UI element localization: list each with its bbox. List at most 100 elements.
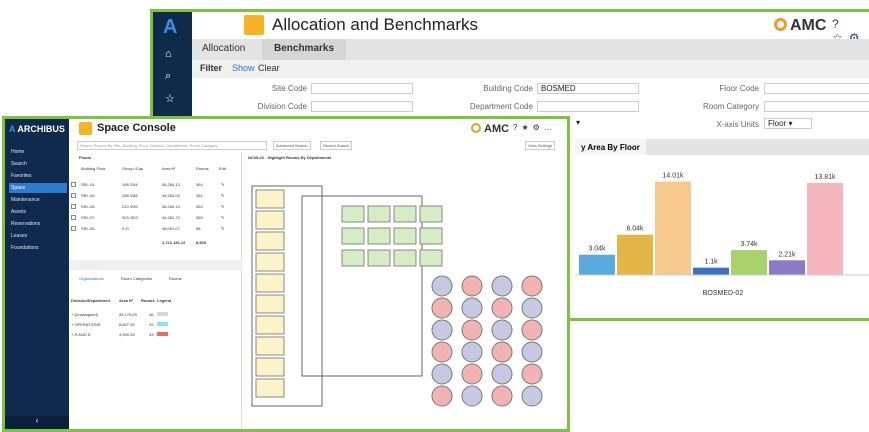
workstation-cluster[interactable] bbox=[461, 275, 483, 297]
workstation-cluster[interactable] bbox=[491, 385, 513, 407]
workstation-cluster[interactable] bbox=[491, 341, 513, 363]
legend-swatch[interactable] bbox=[157, 322, 168, 326]
workstation-cluster[interactable] bbox=[461, 319, 483, 341]
room-operations[interactable] bbox=[419, 249, 443, 267]
nav-item-favorites[interactable]: Favorites bbox=[9, 171, 67, 181]
room-operations[interactable] bbox=[341, 249, 365, 267]
room-operations[interactable] bbox=[341, 205, 365, 223]
nav-item-maintenance[interactable]: Maintenance bbox=[9, 195, 67, 205]
table-cell: SRL-07 bbox=[81, 215, 95, 220]
floors-tab[interactable]: Floors bbox=[79, 155, 91, 160]
app-grid-icon[interactable] bbox=[79, 122, 92, 135]
show-button[interactable]: Show bbox=[232, 63, 255, 73]
legend-swatch[interactable] bbox=[157, 332, 168, 336]
workstation-cluster[interactable] bbox=[431, 341, 453, 363]
workstation-cluster[interactable] bbox=[491, 275, 513, 297]
workstation-cluster[interactable] bbox=[431, 297, 453, 319]
building-code-field[interactable]: BOSMED bbox=[537, 83, 639, 94]
row-checkbox[interactable] bbox=[71, 182, 76, 187]
room-unassigned[interactable] bbox=[255, 294, 285, 314]
tab-rooms[interactable]: Rooms bbox=[169, 276, 182, 281]
recent-search-button[interactable]: Recent Search bbox=[320, 141, 353, 150]
workstation-cluster[interactable] bbox=[521, 385, 543, 407]
row-checkbox[interactable] bbox=[71, 193, 76, 198]
row-checkbox[interactable] bbox=[71, 215, 76, 220]
room-operations[interactable] bbox=[393, 227, 417, 245]
advanced-search-button[interactable]: Advanced Search bbox=[273, 141, 311, 150]
edit-icon[interactable]: ✎ bbox=[221, 226, 224, 231]
table-cell: 46,264.00 bbox=[162, 193, 180, 198]
workstation-cluster[interactable] bbox=[461, 341, 483, 363]
workstation-cluster[interactable] bbox=[461, 363, 483, 385]
room-unassigned[interactable] bbox=[255, 357, 285, 377]
room-unassigned[interactable] bbox=[255, 252, 285, 272]
room-operations[interactable] bbox=[419, 227, 443, 245]
nav-item-home[interactable]: Home bbox=[9, 147, 67, 157]
room-unassigned[interactable] bbox=[255, 378, 285, 398]
nav-item-foundations[interactable]: Foundations bbox=[9, 243, 67, 253]
room-unassigned[interactable] bbox=[255, 315, 285, 335]
nav-item-reservations[interactable]: Reservations bbox=[9, 219, 67, 229]
workstation-cluster[interactable] bbox=[521, 319, 543, 341]
workstation-cluster[interactable] bbox=[431, 319, 453, 341]
workstation-cluster[interactable] bbox=[491, 363, 513, 385]
workstation-cluster[interactable] bbox=[461, 385, 483, 407]
room-operations[interactable] bbox=[367, 249, 391, 267]
xaxis-units-select[interactable]: Floor ▾ bbox=[764, 118, 812, 129]
tab-room-categories[interactable]: Room Categories bbox=[121, 276, 152, 281]
room-unassigned[interactable] bbox=[255, 273, 285, 293]
room-operations[interactable] bbox=[393, 249, 417, 267]
legend-swatch[interactable] bbox=[157, 312, 168, 316]
workstation-cluster[interactable] bbox=[521, 297, 543, 319]
room-unassigned[interactable] bbox=[255, 210, 285, 230]
row-checkbox[interactable] bbox=[71, 226, 76, 231]
room-operations[interactable] bbox=[367, 227, 391, 245]
view-settings-button[interactable]: View Settings bbox=[525, 141, 556, 150]
room-category-field[interactable] bbox=[764, 101, 869, 112]
department-code-field[interactable] bbox=[537, 101, 639, 112]
app-grid-icon[interactable] bbox=[244, 15, 264, 35]
nav-item-leases[interactable]: Leases bbox=[9, 231, 67, 241]
workstation-cluster[interactable] bbox=[431, 385, 453, 407]
workstation-cluster[interactable] bbox=[431, 275, 453, 297]
room-unassigned[interactable] bbox=[255, 231, 285, 251]
workstation-cluster[interactable] bbox=[521, 275, 543, 297]
tab-organizations[interactable]: Organizations bbox=[79, 276, 104, 281]
floor-plan[interactable] bbox=[242, 166, 570, 428]
floor-code-field[interactable] bbox=[764, 83, 869, 94]
site-code-field[interactable] bbox=[311, 83, 413, 94]
chart-tab[interactable]: y Area By Floor bbox=[575, 139, 646, 155]
workstation-cluster[interactable] bbox=[521, 363, 543, 385]
room-operations[interactable] bbox=[367, 205, 391, 223]
star-icon[interactable]: ☆ bbox=[165, 92, 175, 105]
edit-icon[interactable]: ✎ bbox=[221, 182, 224, 187]
row-checkbox[interactable] bbox=[71, 204, 76, 209]
header-icons[interactable]: ?★⚙… bbox=[513, 123, 556, 132]
tab-allocation[interactable]: Allocation bbox=[202, 43, 245, 54]
nav-item-search[interactable]: Search bbox=[9, 159, 67, 169]
workstation-cluster[interactable] bbox=[461, 297, 483, 319]
nav-item-assets[interactable]: Assets bbox=[9, 207, 67, 217]
dropdown-arrow-icon[interactable]: ▾ bbox=[573, 118, 583, 129]
room-unassigned[interactable] bbox=[255, 336, 285, 356]
workstation-cluster[interactable] bbox=[491, 319, 513, 341]
edit-icon[interactable]: ✎ bbox=[221, 215, 224, 220]
room-operations[interactable] bbox=[419, 205, 443, 223]
workstation-cluster[interactable] bbox=[491, 297, 513, 319]
division-code-field[interactable] bbox=[311, 101, 413, 112]
home-icon[interactable]: ⌂ bbox=[165, 48, 172, 60]
nav-item-space[interactable]: Space bbox=[9, 183, 67, 193]
room-operations[interactable] bbox=[341, 227, 365, 245]
edit-icon[interactable]: ✎ bbox=[221, 204, 224, 209]
search-icon[interactable]: ⌕ bbox=[165, 70, 171, 83]
edit-icon[interactable]: ✎ bbox=[221, 193, 224, 198]
room-operations[interactable] bbox=[393, 205, 417, 223]
collapse-sidebar-button[interactable]: ‹ bbox=[5, 416, 69, 429]
workstation-cluster[interactable] bbox=[521, 341, 543, 363]
workstation-cluster[interactable] bbox=[431, 363, 453, 385]
clear-button[interactable]: Clear bbox=[258, 63, 280, 73]
tab-benchmarks[interactable]: Benchmarks bbox=[262, 39, 347, 60]
search-input[interactable]: Search Rooms By Site, Building, Floor, D… bbox=[77, 141, 267, 150]
floors-header: Area ft² bbox=[162, 166, 176, 171]
room-unassigned[interactable] bbox=[255, 189, 285, 209]
